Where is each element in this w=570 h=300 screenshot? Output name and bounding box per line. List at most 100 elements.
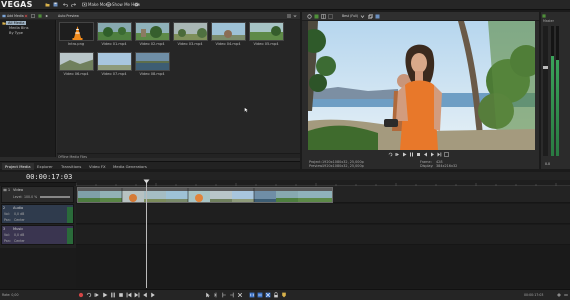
preview-toolbar: Best (Full) [302,12,539,21]
view-options-icon[interactable] [287,13,291,18]
media-thumb[interactable] [135,22,170,41]
chevron-down-icon[interactable] [360,14,365,19]
track-header-video[interactable]: 1 Video Level: 100.0 % [1,186,74,203]
remove-media-icon[interactable] [24,14,28,18]
track-name[interactable]: Audio [13,206,23,210]
tree-item-by-type[interactable]: By Type [9,31,23,35]
play-icon[interactable] [102,292,108,298]
add-media-button[interactable]: Add Media [7,14,24,18]
tab-media-generators[interactable]: Media Generators [110,163,150,170]
overlays-icon[interactable] [328,14,333,19]
master-bus-panel: Master 0.0 [540,12,570,169]
media-thumb[interactable] [211,22,246,41]
vlc-cone-icon [72,26,83,40]
auto-ripple-icon[interactable] [257,292,263,298]
pause-icon[interactable] [110,292,116,298]
auto-preview-icon[interactable] [45,14,49,18]
previous-frame-icon[interactable] [142,292,148,298]
play-from-start-icon[interactable] [395,152,400,157]
master-fader-track[interactable] [543,26,548,156]
loop-icon[interactable] [86,292,92,298]
delete-icon[interactable] [237,292,243,298]
level-slider[interactable] [40,196,70,198]
timecode-display: 00:00:17:03 [26,173,73,181]
split-screen-icon[interactable] [321,14,326,19]
playhead-marker-icon[interactable] [143,179,150,184]
media-label: Video 07.mp4 [101,72,127,76]
media-thumb[interactable] [135,52,170,71]
show-me-how-icon[interactable]: ? [106,2,111,7]
audio-track-lane[interactable] [76,204,570,224]
tab-video-fx[interactable]: Video FX [86,163,109,170]
go-to-end-icon[interactable] [437,152,442,157]
tab-explorer[interactable]: Explorer [34,163,56,170]
loop-icon[interactable] [388,152,393,157]
vol-value: 0,0 dB [14,233,25,237]
settings-icon[interactable] [134,2,139,7]
chevron-down-icon[interactable] [293,14,297,18]
media-bin-tree: All Media Media Bins By Type [0,20,56,157]
record-icon[interactable] [78,292,84,298]
copy-snapshot-icon[interactable] [368,14,373,19]
snapping-icon[interactable] [249,292,255,298]
fullscreen-icon[interactable] [444,152,449,157]
tab-transitions[interactable]: Transitions [58,163,84,170]
media-thumb[interactable] [249,22,284,41]
tab-project-media[interactable]: Project Media [2,163,34,170]
media-thumb[interactable] [59,52,94,71]
trim-start-icon[interactable] [221,292,227,298]
media-fx-icon[interactable] [38,13,42,18]
zoom-out-icon[interactable] [563,292,569,298]
pause-icon[interactable] [409,152,414,157]
video-clip-strip[interactable] [77,187,333,203]
go-to-start-icon[interactable] [126,292,132,298]
previous-frame-icon[interactable] [423,152,428,157]
track-header-music[interactable]: 3 Music Vol: 0,0 dB Pan: Center [1,225,74,245]
lock-envelopes-icon[interactable] [273,292,279,298]
normal-edit-tool-icon[interactable] [205,292,211,298]
add-media-icon[interactable] [2,14,6,18]
auto-preview-label[interactable]: Auto Preview [58,14,79,18]
tree-item-media-bins[interactable]: Media Bins [9,26,29,30]
zoom-in-icon[interactable] [556,292,562,298]
auto-crossfade-icon[interactable] [265,292,271,298]
stop-icon[interactable] [416,152,421,157]
track-header-audio[interactable]: 2 Audio Vol: 0,0 dB Pan: Center [1,204,74,224]
media-properties-icon[interactable] [31,13,35,18]
open-folder-icon[interactable] [45,2,50,7]
preview-fx-icon[interactable] [314,14,319,19]
media-thumb-intro[interactable] [59,22,94,41]
next-frame-icon[interactable] [150,292,156,298]
media-thumb[interactable] [97,52,132,71]
master-value: 0.0 [545,162,551,166]
save-icon[interactable] [53,2,58,7]
tree-item-all-media[interactable]: All Media [6,21,27,25]
play-from-start-icon[interactable] [94,292,100,298]
undo-icon[interactable] [63,2,68,7]
next-frame-icon[interactable] [430,152,435,157]
stop-icon[interactable] [118,292,124,298]
save-snapshot-icon[interactable] [375,14,380,19]
markers-icon[interactable] [281,292,287,298]
split-tool-icon[interactable] [213,292,219,298]
media-thumb[interactable] [173,22,208,41]
level-value: 100.0 % [24,195,38,199]
media-label: Video 04.mp4 [215,42,241,46]
display-label: Display: [420,164,434,168]
master-fx-icon[interactable] [542,14,546,18]
preview-quality-dropdown[interactable]: Best (Full) [342,14,358,18]
track-name[interactable]: Music [13,227,23,231]
offline-media-label: Offline Media Files [58,154,88,159]
redo-icon[interactable] [71,2,76,7]
music-track-lane[interactable] [76,225,570,245]
track-name[interactable]: Video [13,188,23,192]
master-fader-handle[interactable] [543,66,548,69]
preview-settings-icon[interactable] [307,14,312,19]
go-to-end-icon[interactable] [134,292,140,298]
level-label: Level: [13,195,23,199]
trim-end-icon[interactable] [229,292,235,298]
play-icon[interactable] [402,152,407,157]
playhead-line[interactable] [146,180,147,288]
make-movie-icon[interactable] [82,2,87,7]
media-thumb[interactable] [97,22,132,41]
